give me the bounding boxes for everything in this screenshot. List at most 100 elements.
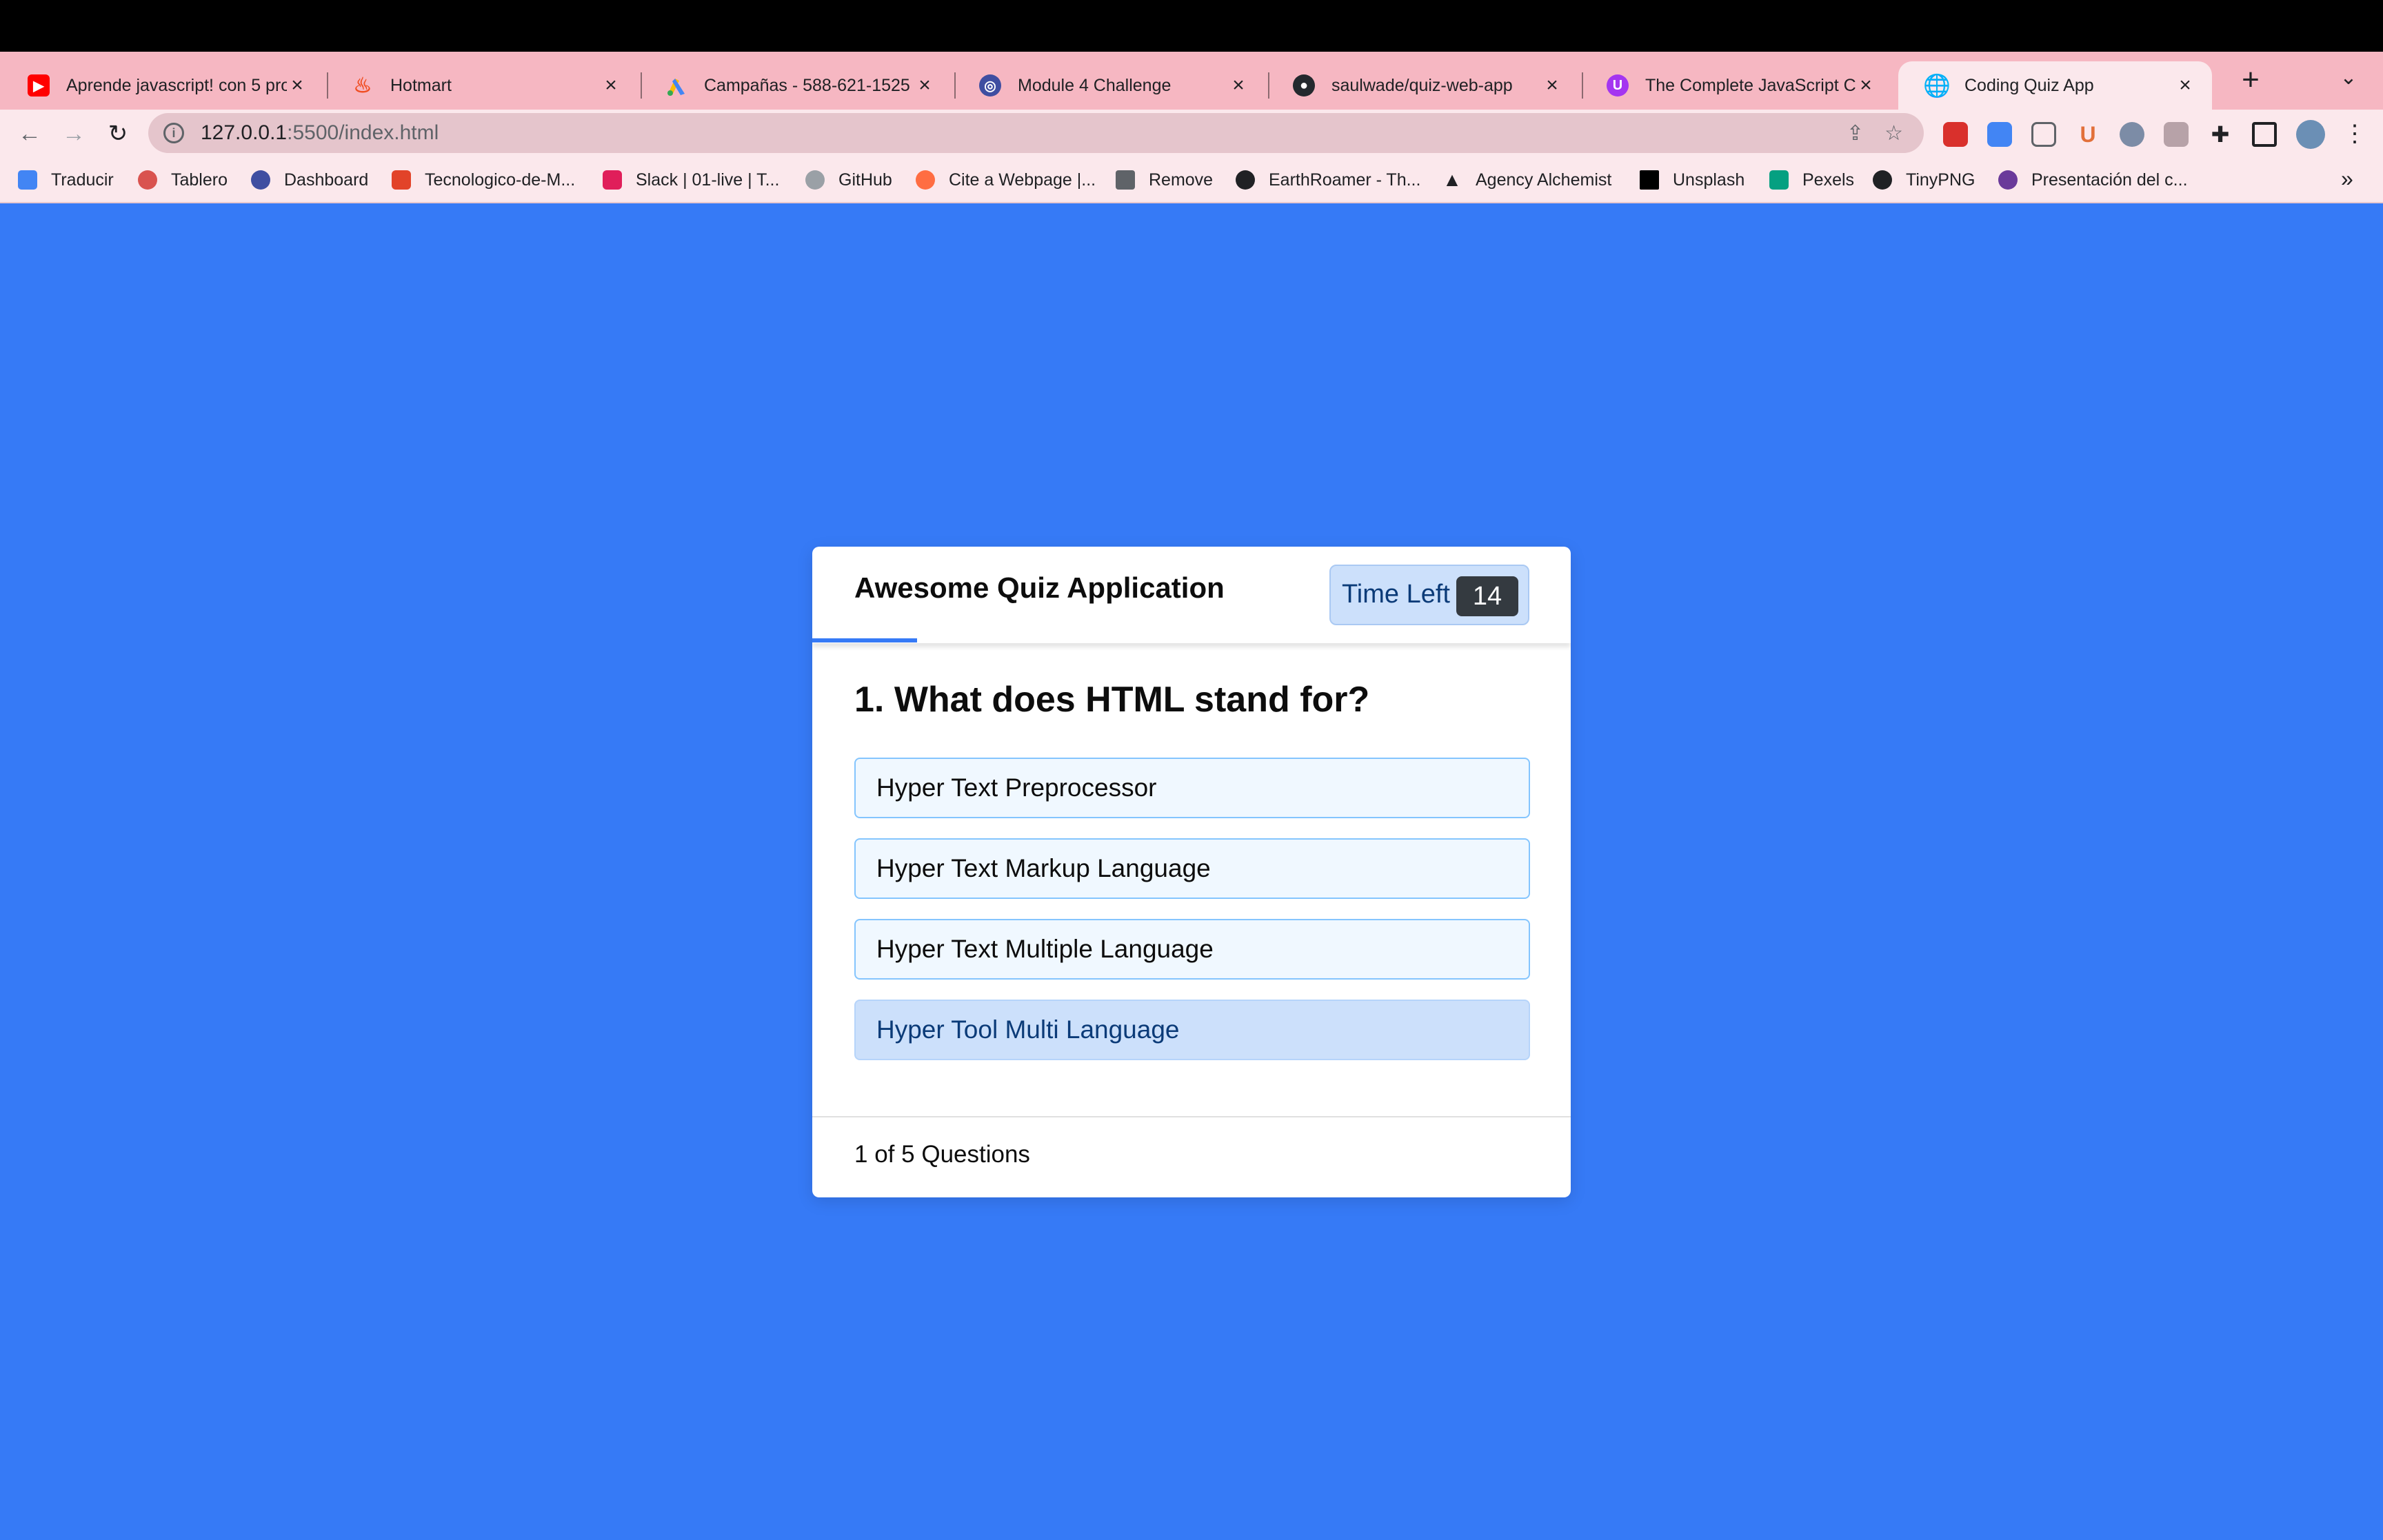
google-ads-icon [665, 74, 687, 97]
slack-icon [603, 170, 622, 190]
earthroamer-icon [1236, 170, 1255, 190]
bookmark-label: TinyPNG [1906, 170, 1975, 190]
tab-coding-quiz-app[interactable]: 🌐 Coding Quiz App × [1898, 61, 2212, 110]
bookmark-label: Remove [1149, 170, 1214, 190]
option-2[interactable]: Hyper Text Markup Language [854, 838, 1530, 899]
tab-module-4[interactable]: ◎ Module 4 Challenge × [952, 61, 1265, 110]
tab-aprende-javascript[interactable]: ▶ Aprende javascript! con 5 pro × [0, 61, 324, 110]
bookmark-label: Slack | 01-live | T... [636, 170, 780, 190]
bookmark-star-icon[interactable]: ☆ [1884, 121, 1903, 145]
target-extension-icon[interactable] [2120, 122, 2144, 147]
close-icon[interactable]: × [601, 74, 621, 97]
counter-of: of [874, 1141, 895, 1168]
question-counter: 1 of 5 Questions [854, 1141, 1030, 1168]
share-icon[interactable]: ⇪ [1847, 121, 1864, 145]
dashboard-icon [251, 170, 270, 190]
bookmark-dashboard[interactable]: Dashboard [251, 168, 368, 192]
youtube-extension-icon[interactable] [1943, 122, 1968, 147]
hotmart-flame-icon: ♨ [353, 74, 372, 97]
bookmark-tablero[interactable]: Tablero [138, 168, 228, 192]
more-bookmarks-button[interactable]: » [2341, 166, 2353, 192]
back-button[interactable]: ← [12, 116, 47, 151]
close-icon[interactable]: × [1542, 74, 1562, 97]
bookmark-slack[interactable]: Slack | 01-live | T... [603, 168, 779, 192]
browser-toolbar: ← → ↻ i 127.0.0.1:5500/index.html ⇪ ☆ U … [0, 110, 2383, 158]
bookmark-cite[interactable]: Cite a Webpage |... [916, 168, 1096, 192]
bookmark-label: Tecnologico-de-M... [425, 170, 576, 190]
browser-menu-icon[interactable]: ⋮ [2337, 116, 2372, 151]
globe-icon: 🌐 [1923, 73, 1951, 98]
tab-label: Campañas - 588-621-1525 - [704, 75, 914, 95]
forward-button[interactable]: → [57, 116, 91, 151]
close-icon[interactable]: × [287, 74, 308, 97]
pexels-icon [1769, 170, 1789, 190]
site-info-icon[interactable]: i [163, 123, 184, 143]
quiz-title: Awesome Quiz Application [854, 571, 1225, 604]
bookmark-label: Presentación del c... [2031, 170, 2188, 190]
extensions-puzzle-icon[interactable]: ✚ [2208, 122, 2233, 147]
option-3[interactable]: Hyper Text Multiple Language [854, 919, 1530, 980]
option-1[interactable]: Hyper Text Preprocessor [854, 758, 1530, 818]
bookmarks-bar: Traducir Tablero Dashboard Tecnologico-d… [0, 158, 2383, 203]
time-progress-line [812, 638, 917, 642]
option-list: Hyper Text Preprocessor Hyper Text Marku… [854, 758, 1530, 1080]
unsplash-icon [1640, 170, 1659, 190]
quiz-footer: 1 of 5 Questions [812, 1116, 1571, 1197]
cite-icon [916, 170, 935, 190]
bookmark-earthroamer[interactable]: EarthRoamer - Th... [1236, 168, 1420, 192]
eyedropper-extension-icon[interactable] [2031, 122, 2056, 147]
bookmark-github[interactable]: GitHub [805, 168, 892, 192]
tab-label: The Complete JavaScript Co [1645, 75, 1856, 95]
url-text[interactable]: 127.0.0.1:5500/index.html [201, 121, 1847, 145]
translate-icon [18, 170, 37, 190]
address-bar[interactable]: i 127.0.0.1:5500/index.html ⇪ ☆ [148, 113, 1924, 153]
tab-label: Aprende javascript! con 5 pro [66, 75, 287, 95]
question-text: 1. What does HTML stand for? [854, 680, 1370, 720]
bookmark-label: Traducir [51, 170, 114, 190]
tab-label: Module 4 Challenge [1018, 75, 1172, 95]
github-icon: ● [1293, 74, 1315, 97]
total-questions: 5 [901, 1141, 915, 1168]
remove-icon [1116, 170, 1135, 190]
timer-seconds: 14 [1456, 576, 1518, 616]
canvas-globe-icon: ◎ [979, 74, 1001, 97]
code-extension-icon[interactable] [2164, 122, 2189, 147]
tab-label: Coding Quiz App [1964, 75, 2094, 95]
close-icon[interactable]: × [1856, 74, 1876, 97]
reload-button[interactable]: ↻ [101, 116, 135, 151]
tab-github-quiz[interactable]: ● saulwade/quiz-web-app × [1265, 61, 1579, 110]
bookmark-presentacion[interactable]: Presentación del c... [1998, 168, 2188, 192]
bookmark-tinypng[interactable]: TinyPNG [1873, 168, 1975, 192]
bookmark-label: GitHub [838, 170, 892, 190]
quiz-header: Awesome Quiz Application Time Left 14 [812, 547, 1571, 643]
tab-udemy[interactable]: U The Complete JavaScript Co × [1579, 61, 1893, 110]
side-panel-icon[interactable] [2252, 122, 2277, 147]
translate-extension-icon[interactable] [1987, 122, 2012, 147]
bookmark-label: Unsplash [1673, 170, 1745, 190]
tab-list-button[interactable]: ⌄ [2335, 65, 2362, 93]
bookmark-tecnologico[interactable]: Tecnologico-de-M... [392, 168, 575, 192]
counter-label: Questions [921, 1141, 1030, 1168]
tab-campanas[interactable]: Campañas - 588-621-1525 - × [638, 61, 952, 110]
agency-alchemist-icon: ▲ [1442, 169, 1462, 190]
udemy-icon: U [1607, 74, 1629, 97]
close-icon[interactable]: × [2175, 74, 2195, 97]
bookmark-remove[interactable]: Remove [1116, 168, 1213, 192]
current-question-number: 1 [854, 1141, 868, 1168]
bookmark-pexels[interactable]: Pexels [1769, 168, 1854, 192]
ublock-extension-icon[interactable]: U [2075, 122, 2100, 147]
close-icon[interactable]: × [914, 74, 935, 97]
option-4[interactable]: Hyper Tool Multi Language [854, 1000, 1530, 1060]
bookmark-label: Tablero [171, 170, 228, 190]
tab-hotmart[interactable]: ♨ Hotmart × [324, 61, 638, 110]
bookmark-agency-alchemist[interactable]: ▲ Agency Alchemist [1442, 168, 1611, 192]
url-host: 127.0.0.1 [201, 121, 288, 144]
profile-avatar[interactable] [2296, 120, 2325, 149]
menu-bar [0, 0, 2383, 52]
new-tab-button[interactable]: + [2231, 61, 2270, 99]
close-icon[interactable]: × [1228, 74, 1249, 97]
gitlab-icon [392, 170, 411, 190]
quiz-box: Awesome Quiz Application Time Left 14 1.… [812, 547, 1571, 1197]
bookmark-traducir[interactable]: Traducir [18, 168, 114, 192]
bookmark-unsplash[interactable]: Unsplash [1640, 168, 1744, 192]
